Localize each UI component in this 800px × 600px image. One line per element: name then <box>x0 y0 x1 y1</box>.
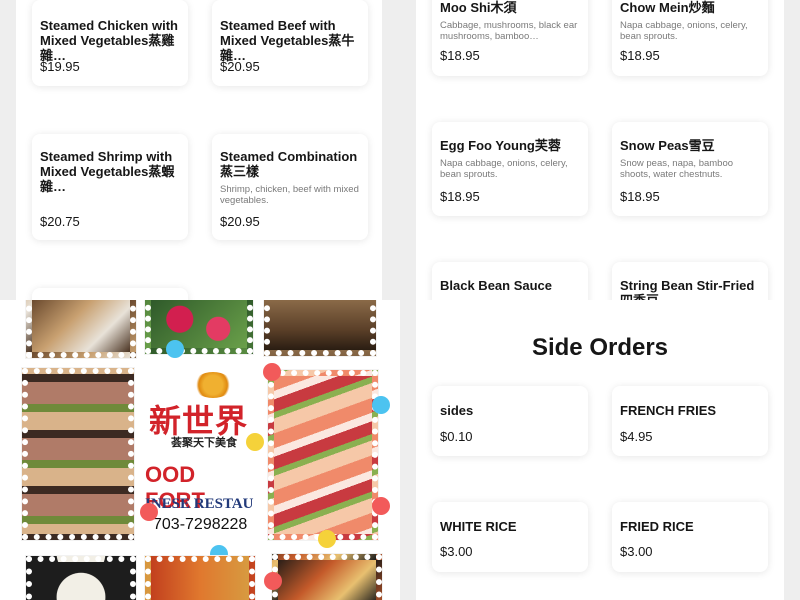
decorative-dot <box>246 433 264 451</box>
menu-item-card[interactable]: Steamed Shrimp with Mixed Vegetables蒸蝦雜…… <box>32 134 188 240</box>
menu-item-card[interactable]: Black Bean Sauce <box>432 262 588 300</box>
menu-item-name: Snow Peas雪豆 <box>620 138 715 153</box>
decorative-dot <box>372 497 390 515</box>
fried-dish-photo[interactable] <box>144 555 256 600</box>
menu-item-name: Steamed Beef with Mixed Vegetables蒸牛雜… <box>220 18 355 63</box>
decorative-dot <box>263 363 281 381</box>
menu-item-card[interactable]: WHITE RICE $3.00 <box>432 502 588 572</box>
menu-item-name: FRIED RICE <box>620 519 694 534</box>
menu-item-description: Cabbage, mushrooms, black ear mushrooms,… <box>440 20 578 42</box>
decorative-dot <box>264 572 282 590</box>
menu-item-card[interactable]: Egg Foo Young芙蓉 Napa cabbage, onions, ce… <box>432 122 588 216</box>
photo-collage: 新世界 荟聚天下美食 OOD FORT INESE RESTAU 703-729… <box>0 300 400 600</box>
menu-item-card[interactable]: Snow Peas雪豆 Snow peas, napa, bamboo shoo… <box>612 122 768 216</box>
interior-photo[interactable] <box>263 300 377 357</box>
menu-item-price: $3.00 <box>620 544 653 559</box>
decorative-dot <box>372 396 390 414</box>
decorative-dot <box>166 340 184 358</box>
side-orders-section: Side Orders sides $0.10 FRENCH FRIES $4.… <box>400 300 800 600</box>
menu-item-description: Shrimp, chicken, beef with mixed vegetab… <box>220 184 359 206</box>
menu-item-price: $18.95 <box>620 189 660 204</box>
menu-item-price: $19.95 <box>40 59 80 74</box>
menu-item-name: WHITE RICE <box>440 519 517 534</box>
menu-item-price: $0.10 <box>440 429 473 444</box>
menu-item-price: $18.95 <box>440 189 480 204</box>
stir-fry-menu-section: Moo Shi木須 Cabbage, mushrooms, black ear … <box>400 0 800 300</box>
menu-item-card[interactable]: Steamed Chicken with Mixed Vegetables蒸雞雜… <box>32 0 188 86</box>
restaurant-phone: 703-7298228 <box>153 516 248 533</box>
menu-panel: Moo Shi木須 Cabbage, mushrooms, black ear … <box>416 0 784 300</box>
menu-item-price: $18.95 <box>440 48 480 63</box>
menu-item-card[interactable]: sides $0.10 <box>432 386 588 456</box>
menu-panel: Steamed Chicken with Mixed Vegetables蒸雞雜… <box>16 0 382 300</box>
section-title: Side Orders <box>531 334 669 361</box>
restaurant-logo: 新世界 荟聚天下美食 OOD FORT INESE RESTAU 703-729… <box>145 368 261 536</box>
menu-item-name: Steamed Combination蒸三樣 <box>220 149 358 179</box>
menu-item-card[interactable]: FRIED RICE $3.00 <box>612 502 768 572</box>
decorative-dot <box>140 503 158 521</box>
food-photo[interactable] <box>25 300 137 359</box>
menu-item-name: Chow Mein炒麵 <box>620 0 715 15</box>
menu-item-name: Steamed Shrimp with Mixed Vegetables蒸蝦雜… <box>40 149 175 194</box>
menu-item-name: Egg Foo Young芙蓉 <box>440 138 561 153</box>
menu-item-price: $18.95 <box>620 48 660 63</box>
menu-item-card[interactable]: Steamed Combination蒸三樣 Shrimp, chicken, … <box>212 134 368 240</box>
menu-item-description: Napa cabbage, onions, celery, bean sprou… <box>620 20 748 42</box>
menu-item-price: $3.00 <box>440 544 473 559</box>
logo-tagline: 荟聚天下美食 <box>171 437 237 449</box>
flower-photo[interactable] <box>144 300 254 355</box>
menu-item-price: $20.75 <box>40 214 80 229</box>
takeout-trays-photo[interactable] <box>21 367 135 541</box>
sashimi-platter-photo[interactable] <box>267 369 379 541</box>
menu-item-card[interactable] <box>32 288 188 300</box>
bento-box-photo[interactable] <box>271 553 383 600</box>
menu-item-card[interactable]: Chow Mein炒麵 Napa cabbage, onions, celery… <box>612 0 768 76</box>
decorative-dot <box>318 530 336 548</box>
dragon-emblem-icon <box>193 372 233 398</box>
menu-panel: Side Orders sides $0.10 FRENCH FRIES $4.… <box>416 300 784 600</box>
menu-item-price: $20.95 <box>220 59 260 74</box>
menu-item-description: Napa cabbage, onions, celery, bean sprou… <box>440 158 568 180</box>
menu-item-card[interactable]: Steamed Beef with Mixed Vegetables蒸牛雜… $… <box>212 0 368 86</box>
menu-item-name: String Bean Stir-Fried四季豆 <box>620 278 755 300</box>
menu-item-name: Steamed Chicken with Mixed Vegetables蒸雞雜… <box>40 18 178 63</box>
menu-item-price: $20.95 <box>220 214 260 229</box>
menu-item-card[interactable]: FRENCH FRIES $4.95 <box>612 386 768 456</box>
menu-item-card[interactable]: Moo Shi木須 Cabbage, mushrooms, black ear … <box>432 0 588 76</box>
logo-english-subtitle: INESE RESTAU <box>145 496 254 512</box>
menu-item-card[interactable]: String Bean Stir-Fried四季豆 <box>612 262 768 300</box>
menu-item-description: Snow peas, napa, bamboo shoots, water ch… <box>620 158 734 180</box>
steamed-menu-section: Steamed Chicken with Mixed Vegetables蒸雞雜… <box>0 0 400 300</box>
menu-item-name: Moo Shi木須 <box>440 0 517 15</box>
sushi-tray-photo[interactable] <box>25 555 137 600</box>
menu-item-name: sides <box>440 403 474 418</box>
menu-item-price: $4.95 <box>620 429 653 444</box>
menu-item-name: FRENCH FRIES <box>620 403 717 418</box>
menu-item-name: Black Bean Sauce <box>440 278 553 293</box>
